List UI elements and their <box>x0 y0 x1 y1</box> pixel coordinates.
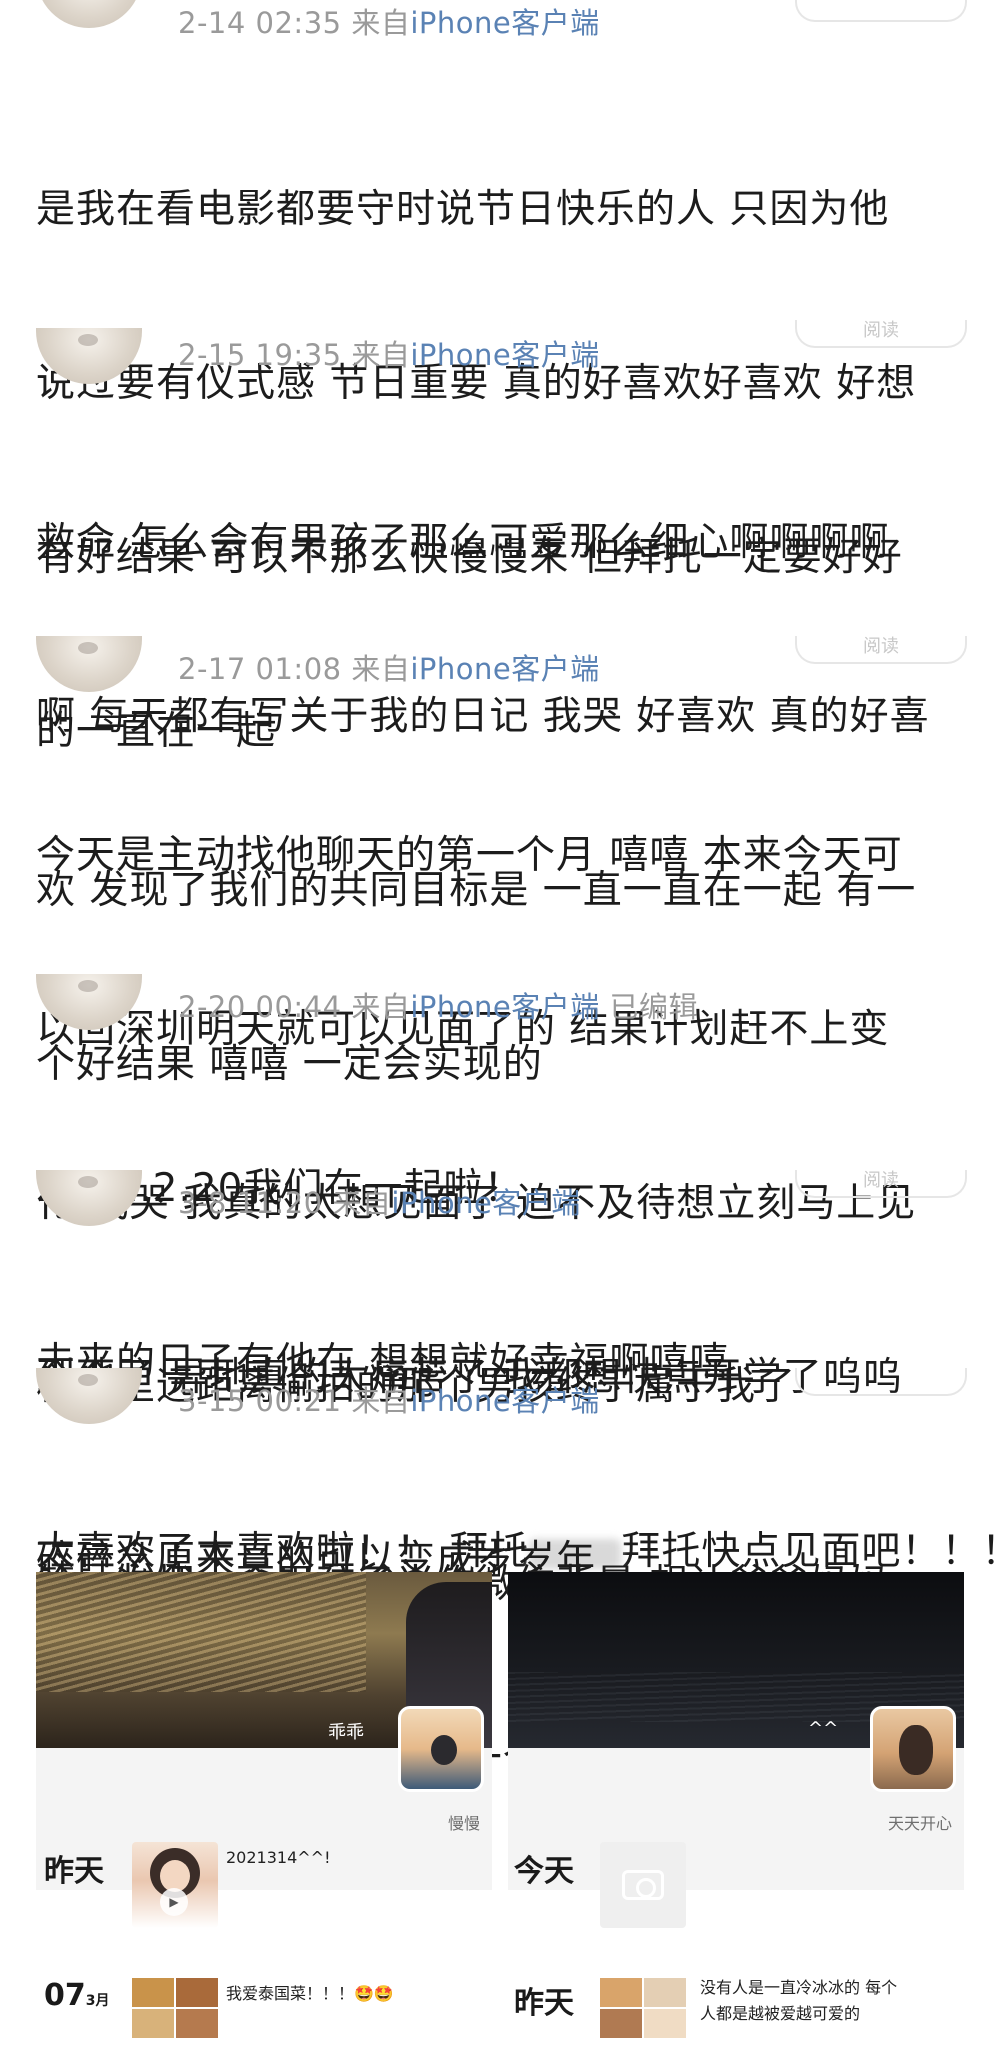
post-meta: 2-17 01:08 来自iPhone客户端 <box>178 646 600 688</box>
feed-month: 3月 <box>85 1993 110 2009</box>
post-source[interactable]: iPhone客户端 <box>410 6 599 40</box>
post-meta: 3-8 11:20 来自iPhone客户端 <box>178 1180 581 1222</box>
moments-avatar[interactable] <box>870 1706 956 1792</box>
post-time: 3-15 00:21 <box>178 1384 342 1418</box>
user-avatar[interactable] <box>36 0 142 28</box>
post-time: 3-8 11:20 <box>178 1186 323 1220</box>
moments-card-left[interactable]: 乖乖 慢慢 <box>36 1572 492 1890</box>
moments-nickname: 天天开心 <box>888 1814 953 1833</box>
post-source[interactable]: iPhone客户端 <box>410 1384 599 1418</box>
feed-thumbnail[interactable] <box>132 1978 218 2038</box>
post-meta: 3-15 00:21 来自iPhone客户端 <box>178 1378 600 1420</box>
feed-day: 今天 <box>514 1854 574 1889</box>
post-from: 来自 <box>332 1186 392 1220</box>
post-line: 救命 怎么会有男孩子那么可爱那么细心啊啊啊啊 <box>36 520 890 565</box>
feed-thumbnail[interactable] <box>600 1978 686 2038</box>
post-from: 来自 <box>351 6 411 40</box>
post-from: 来自 <box>351 1384 411 1418</box>
feed-thumbnail[interactable] <box>600 1842 686 1928</box>
feed-text: 2021314^^! <box>226 1848 331 1867</box>
feed-day-number: 07 <box>44 1978 86 2013</box>
read-count-button[interactable]: 阅读 <box>795 1170 967 1198</box>
feed-day: 昨天 <box>44 1854 104 1889</box>
post-time: 2-15 19:35 <box>178 338 342 372</box>
post-line: 今天是主动找他聊天的第一个月 嘻嘻 本来今天可 <box>36 833 903 878</box>
feed-text: 我爱泰国菜！！！🤩🤩 <box>226 1984 394 2003</box>
read-count-button[interactable] <box>795 1368 967 1396</box>
read-count-button[interactable]: 阅读 <box>795 636 967 664</box>
post-edited: 已编辑 <box>609 990 698 1024</box>
post-source[interactable]: iPhone客户端 <box>391 1186 580 1220</box>
feed-text: 没有人是一直冷冰冰的 每个 <box>700 1978 898 1997</box>
read-count-button[interactable] <box>795 0 967 22</box>
feed-day: 073月 <box>44 1978 110 2013</box>
post-meta: 2-15 19:35 来自iPhone客户端 <box>178 332 600 374</box>
cover-caption: ^^ <box>808 1718 839 1739</box>
post-time: 2-14 02:35 <box>178 6 342 40</box>
post-from: 来自 <box>351 990 411 1024</box>
post-source[interactable]: iPhone客户端 <box>410 338 599 372</box>
moments-nickname: 慢慢 <box>448 1814 481 1833</box>
post-time: 2-20 00:44 <box>178 990 342 1024</box>
post-source[interactable]: iPhone客户端 <box>410 990 599 1024</box>
moments-card-right[interactable]: ^^ 天天开心 <box>508 1572 964 1890</box>
post-meta: 2-14 02:35 来自iPhone客户端 <box>178 0 600 42</box>
feed-thumbnail[interactable]: ▶ <box>132 1842 218 1928</box>
moments-avatar[interactable] <box>398 1706 484 1792</box>
post-from: 来自 <box>351 338 411 372</box>
cover-caption: 乖乖 <box>328 1722 364 1743</box>
feed-day: 昨天 <box>514 1986 574 2021</box>
read-count-button[interactable]: 阅读 <box>795 320 967 348</box>
post-time: 2-17 01:08 <box>178 652 342 686</box>
camera-icon <box>622 1870 664 1900</box>
post-source[interactable]: iPhone客户端 <box>410 652 599 686</box>
post-from: 来自 <box>351 652 411 686</box>
post-meta: 2-20 00:44 来自iPhone客户端 已编辑 <box>178 984 698 1026</box>
post-line: 是我在看电影都要守时说节日快乐的人 只因为他 <box>36 187 890 232</box>
feed-text: 人都是越被爱越可爱的 <box>700 2004 861 2023</box>
play-icon[interactable]: ▶ <box>160 1888 188 1916</box>
